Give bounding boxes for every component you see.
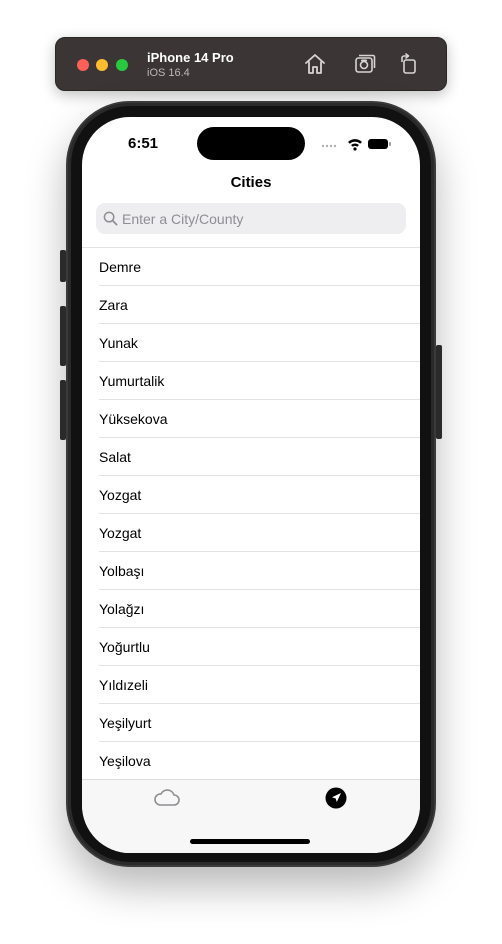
status-time: 6:51 <box>128 135 159 152</box>
rotate-icon[interactable] <box>397 52 421 76</box>
wifi-icon <box>348 139 362 151</box>
os-version: iOS 16.4 <box>147 67 190 79</box>
list-item[interactable]: Salat <box>82 438 420 476</box>
city-name: Yumurtalik <box>99 373 165 389</box>
city-name: Yıldızeli <box>99 677 149 693</box>
list-item[interactable]: Yozgat <box>82 476 420 514</box>
list-item[interactable]: Demre <box>82 248 420 286</box>
list-item[interactable]: Yıldızeli <box>82 666 420 704</box>
app-screen: 6:51 Cities Demre Zara Yunak Yumurtalik … <box>82 117 420 853</box>
city-name: Yeşilyurt <box>99 715 152 731</box>
location-arrow-icon[interactable] <box>321 786 351 810</box>
close-window-button[interactable] <box>77 59 89 71</box>
screenshot-icon[interactable] <box>353 52 377 76</box>
list-item[interactable]: Yeşilova <box>82 742 420 780</box>
home-icon[interactable] <box>303 52 327 76</box>
zoom-window-button[interactable] <box>116 59 128 71</box>
page-title: Cities <box>230 174 272 191</box>
city-name: Zara <box>99 297 128 313</box>
search-icon <box>103 211 118 226</box>
list-item[interactable]: Yeşilyurt <box>82 704 420 742</box>
list-item[interactable]: Yozgat <box>82 514 420 552</box>
action-button <box>60 250 66 282</box>
city-name: Salat <box>99 449 131 465</box>
list-item[interactable]: Yoğurtlu <box>82 628 420 666</box>
list-item[interactable]: Yunak <box>82 324 420 362</box>
minimize-window-button[interactable] <box>96 59 108 71</box>
battery-icon <box>368 139 391 149</box>
search-bar[interactable] <box>96 203 406 234</box>
city-name: Demre <box>99 259 142 275</box>
city-name: Yozgat <box>99 525 142 541</box>
dynamic-island <box>197 127 305 160</box>
list-item[interactable]: Yolbaşı <box>82 552 420 590</box>
city-name: Yoğurtlu <box>99 639 150 655</box>
simulator-toolbar: iPhone 14 Pro iOS 16.4 <box>55 37 447 91</box>
status-icons <box>321 139 391 151</box>
list-item[interactable]: Zara <box>82 286 420 324</box>
device-name: iPhone 14 Pro <box>147 50 234 65</box>
city-list: Demre Zara Yunak Yumurtalik Yüksekova Sa… <box>82 247 420 780</box>
city-name: Yunak <box>99 335 138 351</box>
volume-down-button <box>60 380 66 440</box>
signal-dots-icon <box>321 144 337 148</box>
list-item[interactable]: Yumurtalik <box>82 362 420 400</box>
city-name: Yolbaşı <box>99 563 145 579</box>
power-button <box>436 345 442 439</box>
city-name: Yüksekova <box>99 411 168 427</box>
home-indicator <box>190 839 310 844</box>
cloud-icon[interactable] <box>152 786 182 810</box>
search-input[interactable] <box>122 203 392 234</box>
list-item[interactable]: Yüksekova <box>82 400 420 438</box>
city-name: Yeşilova <box>99 753 151 769</box>
list-item[interactable]: Yolağzı <box>82 590 420 628</box>
city-name: Yolağzı <box>99 601 145 617</box>
volume-up-button <box>60 306 66 366</box>
city-name: Yozgat <box>99 487 142 503</box>
